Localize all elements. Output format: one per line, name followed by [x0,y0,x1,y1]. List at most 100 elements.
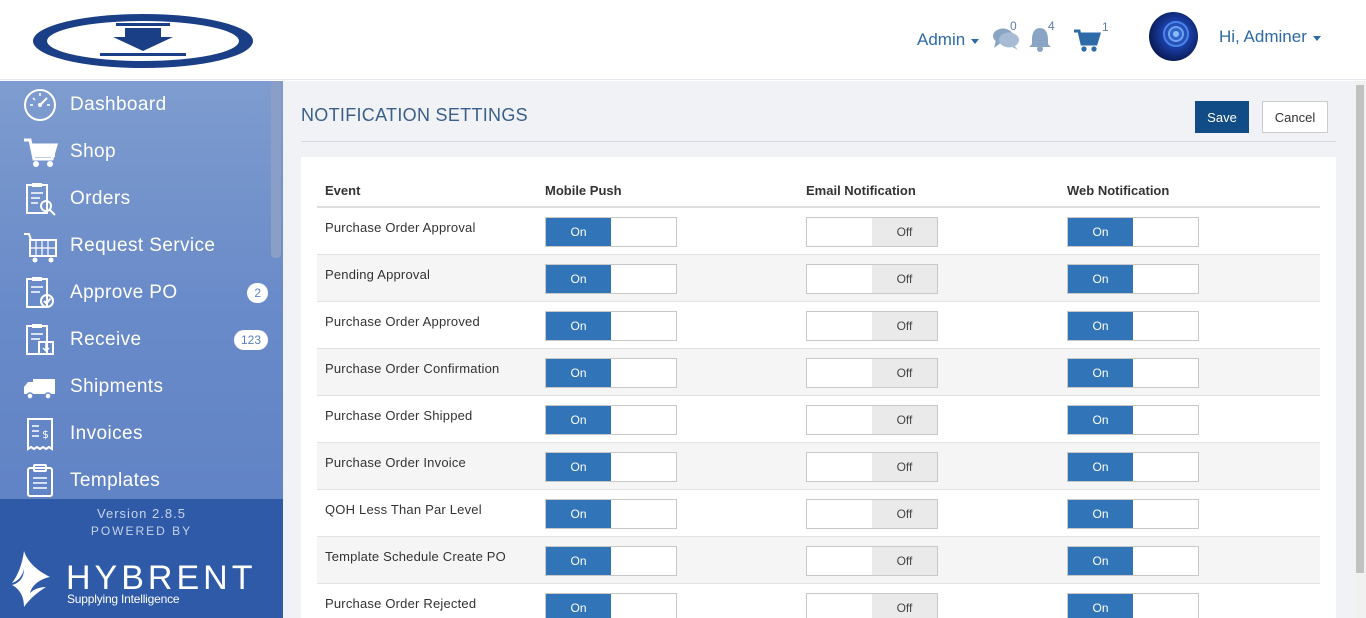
orders-icon [26,182,56,216]
email-notification-toggle[interactable]: Off [806,452,938,482]
sidebar-item-orders[interactable]: Orders [0,175,270,222]
web-notification-toggle[interactable]: On [1067,264,1199,294]
approve-po-count-badge: 2 [247,282,268,303]
sidebar-item-dashboard[interactable]: Dashboard [0,81,270,128]
toggle-empty-segment [611,500,676,528]
toggle-on-segment: On [546,265,611,293]
email-notification-toggle[interactable]: Off [806,217,938,247]
toggle-empty-segment [611,265,676,293]
toggle-empty-segment [1133,594,1198,618]
toggle-on-segment: On [1068,547,1133,575]
toggle-on-segment: On [546,312,611,340]
toggle-empty-segment [807,218,872,246]
chevron-down-icon [971,38,980,44]
mobile-push-toggle[interactable]: On [545,405,677,435]
web-notification-toggle[interactable]: On [1067,499,1199,529]
cart-icon[interactable] [1073,28,1101,54]
email-notification-toggle[interactable]: Off [806,311,938,341]
mobile-push-toggle[interactable]: On [545,217,677,247]
toggle-off-segment: Off [872,453,937,481]
toggle-empty-segment [611,594,676,618]
web-notification-toggle[interactable]: On [1067,217,1199,247]
mobile-push-toggle[interactable]: On [545,499,677,529]
mobile-push-toggle[interactable]: On [545,311,677,341]
approve-po-icon [26,276,54,308]
sidebar-item-templates[interactable]: Templates [0,457,270,504]
admin-menu[interactable]: Admin [917,30,980,50]
mobile-push-toggle[interactable]: On [545,546,677,576]
sidebar-item-invoices[interactable]: $ Invoices [0,410,270,457]
email-notification-toggle[interactable]: Off [806,546,938,576]
email-notification-toggle[interactable]: Off [806,499,938,529]
sidebar-item-shipments[interactable]: Shipments [0,363,270,410]
powered-by-text: POWERED BY [90,524,193,538]
user-menu[interactable]: Hi, Adminer [1219,27,1321,47]
sidebar-item-label: Templates [70,469,161,491]
web-notification-toggle[interactable]: On [1067,405,1199,435]
toggle-on-segment: On [546,359,611,387]
mobile-push-toggle[interactable]: On [545,358,677,388]
email-notification-toggle[interactable]: Off [806,593,938,618]
toggle-empty-segment [611,547,676,575]
truck-icon [24,378,55,400]
email-notification-toggle[interactable]: Off [806,264,938,294]
toggle-on-segment: On [1068,594,1133,618]
svg-text:$: $ [42,428,49,441]
mobile-push-toggle[interactable]: On [545,452,677,482]
table-row: Pending Approval On Off On [317,255,1320,302]
email-notification-toggle[interactable]: Off [806,405,938,435]
event-name: Purchase Order Invoice [325,455,466,470]
mobile-push-toggle[interactable]: On [545,264,677,294]
cancel-button[interactable]: Cancel [1262,101,1328,133]
toggle-off-segment: Off [872,312,937,340]
sidebar: Dashboard Shop Orders Request Service Ap… [0,81,283,618]
table-row: Purchase Order Approval On Off On [317,208,1320,255]
table-row: Template Schedule Create PO On Off On [317,537,1320,584]
sidebar-item-shop[interactable]: Shop [0,128,270,175]
toggle-empty-segment [1133,453,1198,481]
event-name: QOH Less Than Par Level [325,502,482,517]
toggle-on-segment: On [1068,406,1133,434]
web-notification-toggle[interactable]: On [1067,311,1199,341]
toggle-on-segment: On [546,500,611,528]
company-logo[interactable] [30,11,256,71]
sidebar-item-request-service[interactable]: Request Service [0,222,270,269]
toggle-empty-segment [807,500,872,528]
web-notification-toggle[interactable]: On [1067,593,1199,618]
event-name: Template Schedule Create PO [325,549,506,564]
dashboard-icon [24,88,56,121]
toggle-on-segment: On [546,547,611,575]
event-name: Pending Approval [325,267,431,282]
notification-settings-panel: Event Mobile Push Email Notification Web… [301,157,1336,618]
sidebar-footer: Version 2.8.5 POWERED BY HYBRENT Supplyi… [0,499,283,618]
sidebar-item-receive[interactable]: Receive 123 [0,316,270,363]
web-notification-toggle[interactable]: On [1067,452,1199,482]
brand-tagline: Supplying Intelligence [67,592,180,606]
sidebar-item-label: Shipments [70,375,164,397]
web-notification-toggle[interactable]: On [1067,358,1199,388]
mobile-push-toggle[interactable]: On [545,593,677,618]
hybrent-bird-icon [12,551,50,607]
sidebar-item-label: Approve PO [70,281,178,303]
toggle-off-segment: Off [872,500,937,528]
toggle-empty-segment [611,359,676,387]
toggle-off-segment: Off [872,594,937,618]
sidebar-item-label: Invoices [70,422,143,444]
web-notification-toggle[interactable]: On [1067,546,1199,576]
column-header-mobile-push: Mobile Push [545,183,622,198]
table-row: Purchase Order Shipped On Off On [317,396,1320,443]
sidebar-item-approve-po[interactable]: Approve PO 2 [0,269,270,316]
toggle-on-segment: On [1068,500,1133,528]
toggle-empty-segment [1133,312,1198,340]
page-scrollbar[interactable] [1354,81,1366,618]
sidebar-scrollbar[interactable] [271,81,281,258]
toggle-on-segment: On [546,594,611,618]
toggle-empty-segment [1133,547,1198,575]
toggle-on-segment: On [546,453,611,481]
save-button[interactable]: Save [1195,101,1249,133]
title-divider [301,141,1336,142]
avatar[interactable] [1149,12,1198,61]
page-scrollbar-thumb[interactable] [1356,85,1364,573]
toggle-empty-segment [807,547,872,575]
email-notification-toggle[interactable]: Off [806,358,938,388]
